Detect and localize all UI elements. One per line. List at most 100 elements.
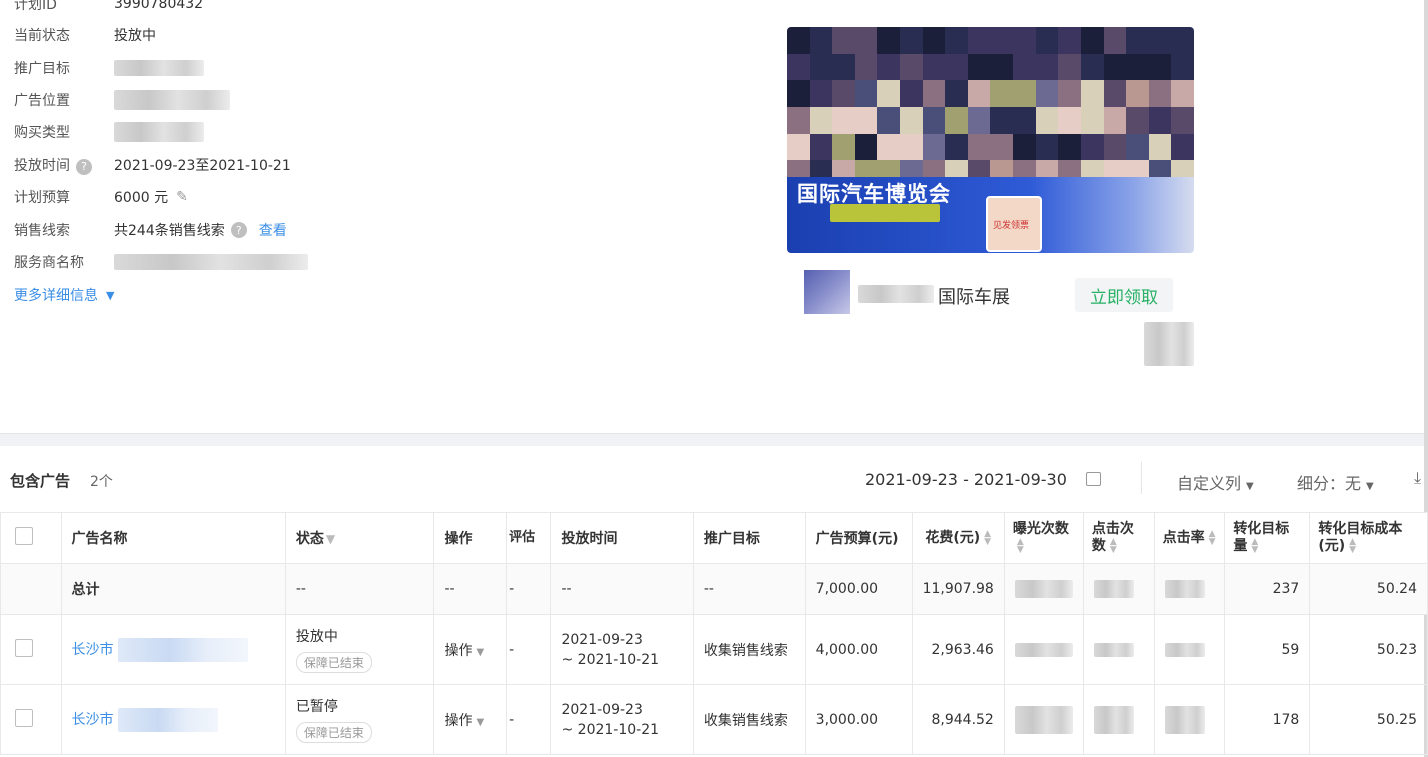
row-checkbox[interactable] <box>15 638 33 657</box>
pixelated-photo <box>787 27 1194 187</box>
help-icon[interactable]: ? <box>230 222 247 238</box>
sort-icon[interactable]: ▲ ▼ <box>1251 538 1258 555</box>
col-impressions[interactable]: 曝光次数▲ ▼ <box>1003 512 1084 564</box>
redacted-value <box>114 90 230 110</box>
sort-icon[interactable]: ▲ ▼ <box>1209 529 1216 546</box>
custom-columns-dropdown[interactable]: 自定义列 ▼ <box>1177 470 1254 494</box>
caret-down-icon: ▼ <box>1246 481 1254 492</box>
info-label: 投放时间? <box>14 155 114 175</box>
help-icon[interactable]: ? <box>76 158 92 175</box>
redacted-value <box>1014 642 1073 657</box>
cell <box>1153 684 1226 755</box>
section-divider <box>0 433 1428 446</box>
col-ctr[interactable]: 点击率 ▲ ▼ <box>1153 512 1226 564</box>
row-checkbox[interactable] <box>15 708 33 727</box>
section-title: 包含广告 <box>10 472 71 490</box>
cell[interactable]: 操作 ▼ <box>433 614 508 685</box>
cell: 4,000.00 <box>804 614 913 685</box>
caret-down-icon: ▼ <box>476 716 485 728</box>
more-details-link[interactable]: 更多详细信息 ▼ <box>14 283 114 307</box>
cell: 7,000.00 <box>804 563 913 615</box>
ad-name-link[interactable]: 长沙市 <box>72 712 114 728</box>
cell: 11,907.98 <box>911 563 1005 615</box>
status-badge: 保障已结束 <box>295 722 372 743</box>
cell: 50.24 <box>1309 563 1428 615</box>
info-label: 购买类型 <box>14 125 70 141</box>
col-conversions[interactable]: 转化目标量 ▲ ▼ <box>1224 512 1311 564</box>
info-row-plan-id: 计划ID 3990780432 <box>14 0 203 16</box>
col-cost[interactable]: 花费(元) ▲ ▼ <box>911 512 1005 564</box>
cell <box>1082 684 1155 755</box>
col-goal: 推广目标 <box>692 512 806 564</box>
cell: - <box>506 563 552 615</box>
ops-dropdown[interactable]: 操作 <box>444 643 472 659</box>
table-row: 长沙市 投放中 保障已结束 操作 ▼ - 2021-09-23 ~ 2021-10-2… <box>0 614 1428 685</box>
cell: 收集销售线索 <box>692 684 806 755</box>
claim-button[interactable]: 立即领取 <box>1075 278 1173 312</box>
cell: -- <box>284 563 435 615</box>
col-ops: 操作 <box>433 512 508 564</box>
sort-icon[interactable]: ▲ ▼ <box>1349 538 1356 555</box>
redacted-value <box>114 60 204 76</box>
sort-icon[interactable]: ▲ ▼ <box>1017 538 1024 555</box>
sort-icon[interactable]: ▲ ▼ <box>984 529 991 546</box>
status-text: 已暂停 <box>295 699 338 715</box>
cell: 长沙市 <box>60 614 286 685</box>
time-start: 2021-09-23 <box>561 701 643 718</box>
cell: 长沙市 <box>60 684 286 755</box>
cell: - <box>506 684 552 755</box>
ops-dropdown[interactable]: 操作 <box>444 713 472 729</box>
filter-icon[interactable]: ▼ <box>326 532 335 546</box>
time-end: ~ 2021-10-21 <box>561 651 660 668</box>
empty-cell <box>0 563 62 615</box>
cell: 8,944.52 <box>911 684 1005 755</box>
cell: 已暂停 保障已结束 <box>284 684 435 755</box>
info-row-placement: 广告位置 <box>14 88 230 112</box>
ad-name-link[interactable]: 长沙市 <box>72 642 114 658</box>
view-leads-link[interactable]: 查看 <box>259 220 287 240</box>
sort-icon[interactable]: ▲ ▼ <box>1110 538 1117 555</box>
redacted-value <box>1093 705 1134 734</box>
redacted-value <box>1093 642 1134 657</box>
table-row-total: 总计 -- -- - -- -- 7,000.00 11,907.98 237 … <box>0 563 1428 615</box>
info-row-budget: 计划预算 6000 元 ✎ <box>14 185 188 209</box>
col-cpa[interactable]: 转化目标成本(元) ▲ ▼ <box>1309 512 1428 564</box>
cell <box>1082 614 1155 685</box>
col-status[interactable]: 状态 ▼ <box>284 512 435 564</box>
caret-down-icon: ▼ <box>476 646 485 658</box>
cell[interactable]: 操作 ▼ <box>433 684 508 755</box>
cell <box>1153 614 1226 685</box>
col-budget: 广告预算(元) <box>804 512 913 564</box>
info-label: 当前状态 <box>14 28 70 44</box>
select-all-cell <box>0 512 62 564</box>
download-icon[interactable]: ⤓ <box>1414 468 1421 488</box>
cell <box>1153 563 1226 615</box>
info-row-time: 投放时间? 2021-09-23至2021-10-21 <box>14 153 291 177</box>
toolbar-divider <box>1141 462 1142 494</box>
calendar-icon[interactable] <box>1086 472 1101 486</box>
redacted-value <box>114 254 308 270</box>
cell: 2021-09-23 ~ 2021-10-21 <box>550 614 694 685</box>
cell: -- <box>550 563 694 615</box>
time-start: 2021-09-23 <box>561 631 643 648</box>
col-eval[interactable]: 评估 <box>506 512 552 564</box>
total-label: 总计 <box>60 563 286 615</box>
date-range-picker[interactable]: 2021-09-23 - 2021-09-30 <box>865 470 1067 489</box>
info-label: 服务商名称 <box>14 255 84 271</box>
redacted-value <box>1164 580 1205 598</box>
pencil-icon[interactable]: ✎ <box>176 189 188 205</box>
cell: 2,963.46 <box>911 614 1005 685</box>
col-name: 广告名称 <box>60 512 286 564</box>
cell: -- <box>692 563 806 615</box>
select-all-checkbox[interactable] <box>15 527 33 545</box>
redacted-value <box>1164 642 1205 657</box>
info-label: 计划预算 <box>14 190 70 206</box>
advertiser-avatar <box>804 270 850 314</box>
time-end: ~ 2021-10-21 <box>561 721 660 738</box>
table-row: 长沙市 已暂停保障已结束 操作 ▼ - 2021-09-23 ~ 2021-10-2… <box>0 684 1428 755</box>
cell <box>1003 684 1084 755</box>
col-clicks[interactable]: 点击次数 ▲ ▼ <box>1082 512 1155 564</box>
breakdown-dropdown[interactable]: 细分：无 ▼ <box>1297 470 1374 494</box>
caret-down-icon: ▼ <box>1366 481 1374 492</box>
banner-bar <box>830 204 940 222</box>
